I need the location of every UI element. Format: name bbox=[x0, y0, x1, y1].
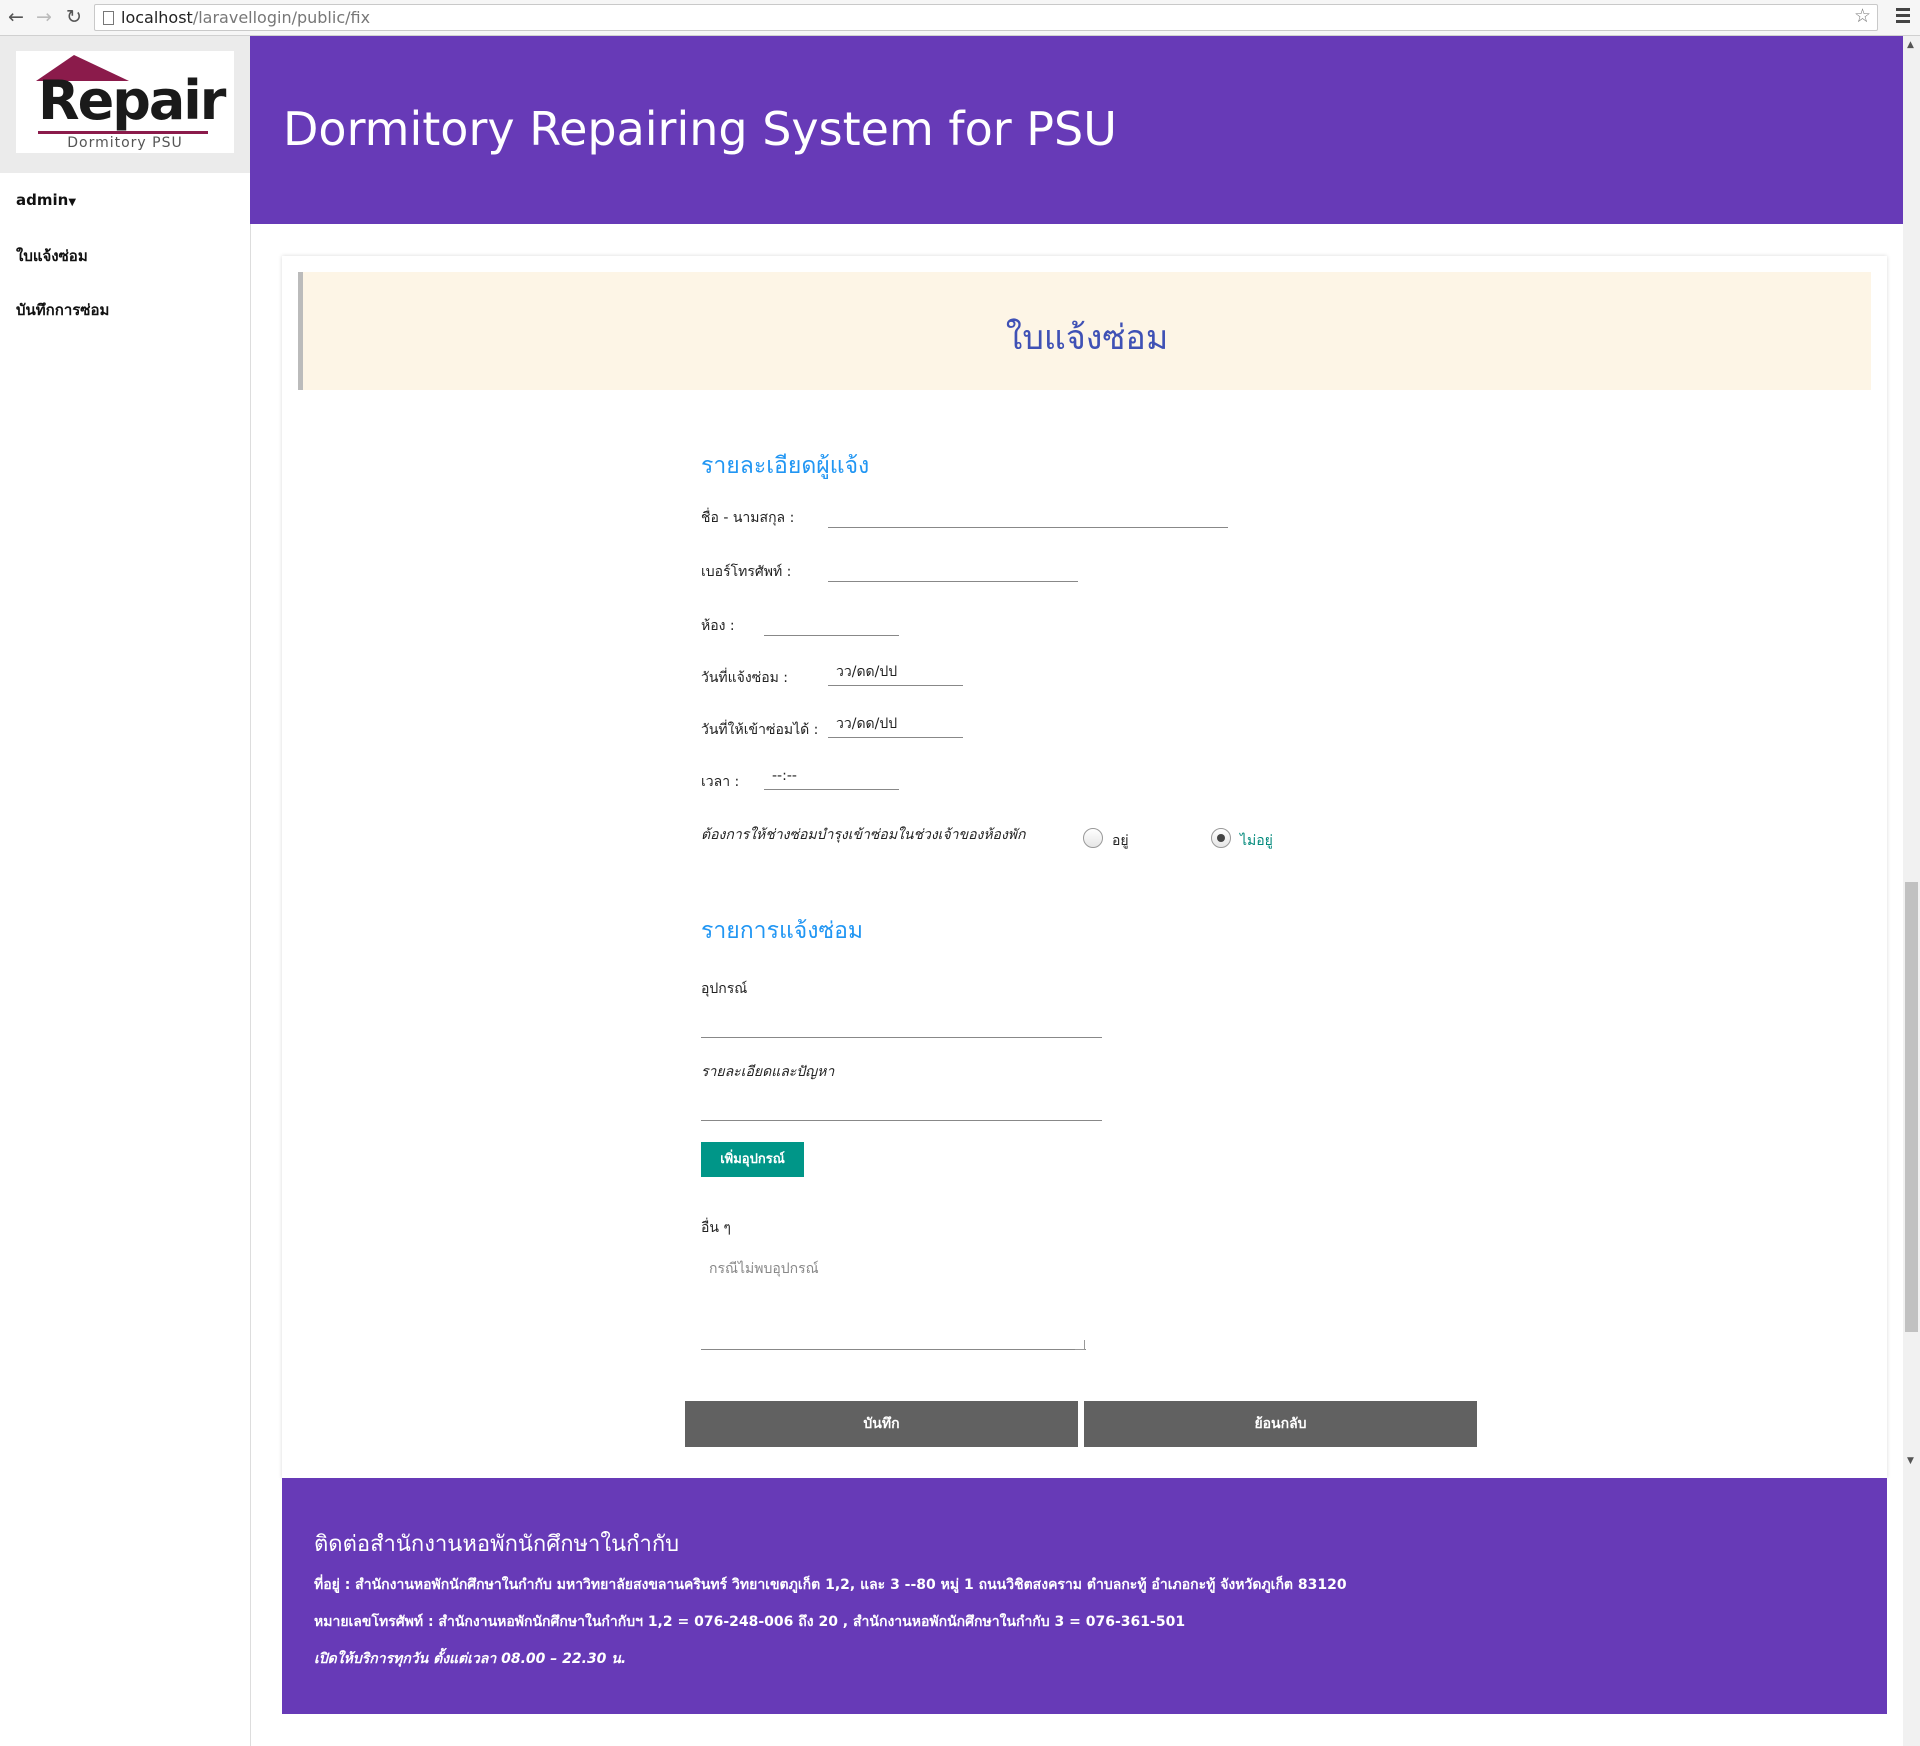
footer-title: ติดต่อสำนักงานหอพักนักศึกษาในกำกับ bbox=[314, 1532, 680, 1557]
room-label: ห้อง : bbox=[701, 618, 735, 634]
report-date-input[interactable]: วว/ดด/ปป bbox=[828, 660, 963, 686]
bookmark-star-icon[interactable]: ☆ bbox=[1854, 5, 1871, 27]
radio-present[interactable] bbox=[1083, 828, 1103, 848]
phone-input[interactable] bbox=[828, 556, 1078, 582]
address-bar[interactable]: localhost/laravellogin/public/fix ☆ bbox=[94, 4, 1878, 31]
page-scrollbar[interactable]: ▲ ▼ bbox=[1903, 36, 1920, 1746]
user-menu[interactable]: admin▼ bbox=[16, 191, 76, 209]
time-label: เวลา : bbox=[701, 774, 740, 790]
caret-down-icon: ▼ bbox=[68, 197, 77, 208]
footer-address: ที่อยู่ : สำนักงานหอพักนักศึกษาในกำกับ ม… bbox=[314, 1577, 1347, 1593]
url-text: localhost/laravellogin/public/fix bbox=[121, 8, 371, 27]
equipment-input[interactable] bbox=[701, 1012, 1102, 1038]
repair-logo[interactable]: Repair Dormitory PSU bbox=[16, 51, 234, 153]
logo-underline bbox=[38, 131, 208, 134]
sidebar-item-repair-log[interactable]: บันทึกการซ่อม bbox=[16, 298, 109, 322]
scrollbar-thumb[interactable] bbox=[1905, 882, 1918, 1332]
repair-form-card: ใบแจ้งซ่อม รายละเอียดผู้แจ้ง ชื่อ - นามส… bbox=[282, 256, 1887, 1478]
name-label: ชื่อ - นามสกุล : bbox=[701, 510, 795, 526]
back-button[interactable]: ย้อนกลับ bbox=[1084, 1401, 1477, 1447]
footer-phone: หมายเลขโทรศัพท์ : สำนักงานหอพักนักศึกษาใ… bbox=[314, 1614, 1186, 1630]
report-date-label: วันที่แจ้งซ่อม : bbox=[701, 670, 789, 686]
scroll-down-icon[interactable]: ▼ bbox=[1907, 1456, 1914, 1466]
back-arrow-icon[interactable]: ← bbox=[8, 7, 24, 27]
other-textarea[interactable] bbox=[701, 1250, 1086, 1350]
presence-question: ต้องการให้ช่างซ่อมบำรุงเข้าซ่อมในช่วงเจ้… bbox=[701, 827, 1026, 843]
site-title: Dormitory Repairing System for PSU bbox=[283, 102, 1117, 156]
add-equipment-button[interactable]: เพิ่มอุปกรณ์ bbox=[701, 1142, 804, 1177]
footer-hours: เปิดให้บริการทุกวัน ตั้งแต่เวลา 08.00 – … bbox=[314, 1651, 627, 1667]
form-banner: ใบแจ้งซ่อม bbox=[298, 272, 1871, 390]
browser-toolbar: ← → ↻ localhost/laravellogin/public/fix … bbox=[0, 0, 1920, 36]
name-input[interactable] bbox=[828, 502, 1228, 528]
form-title: ใบแจ้งซ่อม bbox=[1005, 318, 1169, 358]
phone-label: เบอร์โทรศัพท์ : bbox=[701, 564, 792, 580]
access-date-input[interactable]: วว/ดด/ปป bbox=[828, 712, 963, 738]
room-input[interactable] bbox=[764, 610, 899, 636]
site-footer: ติดต่อสำนักงานหอพักนักศึกษาในกำกับ ที่อย… bbox=[282, 1478, 1887, 1714]
other-label: อื่น ๆ bbox=[701, 1220, 731, 1236]
resize-handle-icon[interactable] bbox=[1075, 1340, 1085, 1350]
access-date-label: วันที่ให้เข้าซ่อมได้ : bbox=[701, 722, 819, 738]
radio-present-label[interactable]: อยู่ bbox=[1112, 830, 1129, 852]
save-button[interactable]: บันทึก bbox=[685, 1401, 1078, 1447]
page-icon bbox=[103, 11, 114, 25]
forward-arrow-icon[interactable]: → bbox=[36, 7, 52, 27]
logo-subtitle: Dormitory PSU bbox=[67, 135, 183, 151]
browser-menu-icon[interactable] bbox=[1896, 8, 1910, 26]
sidebar: Repair Dormitory PSU admin▼ ใบแจ้งซ่อม บ… bbox=[0, 36, 251, 1746]
time-input[interactable]: --:-- bbox=[764, 764, 899, 790]
reporter-section-title: รายละเอียดผู้แจ้ง bbox=[701, 453, 870, 479]
radio-absent[interactable] bbox=[1211, 828, 1231, 848]
logo-area: Repair Dormitory PSU bbox=[0, 36, 250, 173]
radio-absent-label[interactable]: ไม่อยู่ bbox=[1240, 830, 1273, 852]
logo-word: Repair bbox=[38, 69, 226, 132]
site-header: Dormitory Repairing System for PSU bbox=[250, 36, 1903, 224]
scroll-up-icon[interactable]: ▲ bbox=[1907, 40, 1914, 50]
detail-input[interactable] bbox=[701, 1095, 1102, 1121]
equipment-label: อุปกรณ์ bbox=[701, 981, 748, 997]
detail-label: รายละเอียดและปัญหา bbox=[701, 1064, 835, 1080]
sidebar-item-report[interactable]: ใบแจ้งซ่อม bbox=[16, 244, 88, 268]
reload-icon[interactable]: ↻ bbox=[66, 7, 82, 27]
items-section-title: รายการแจ้งซ่อม bbox=[701, 918, 864, 944]
